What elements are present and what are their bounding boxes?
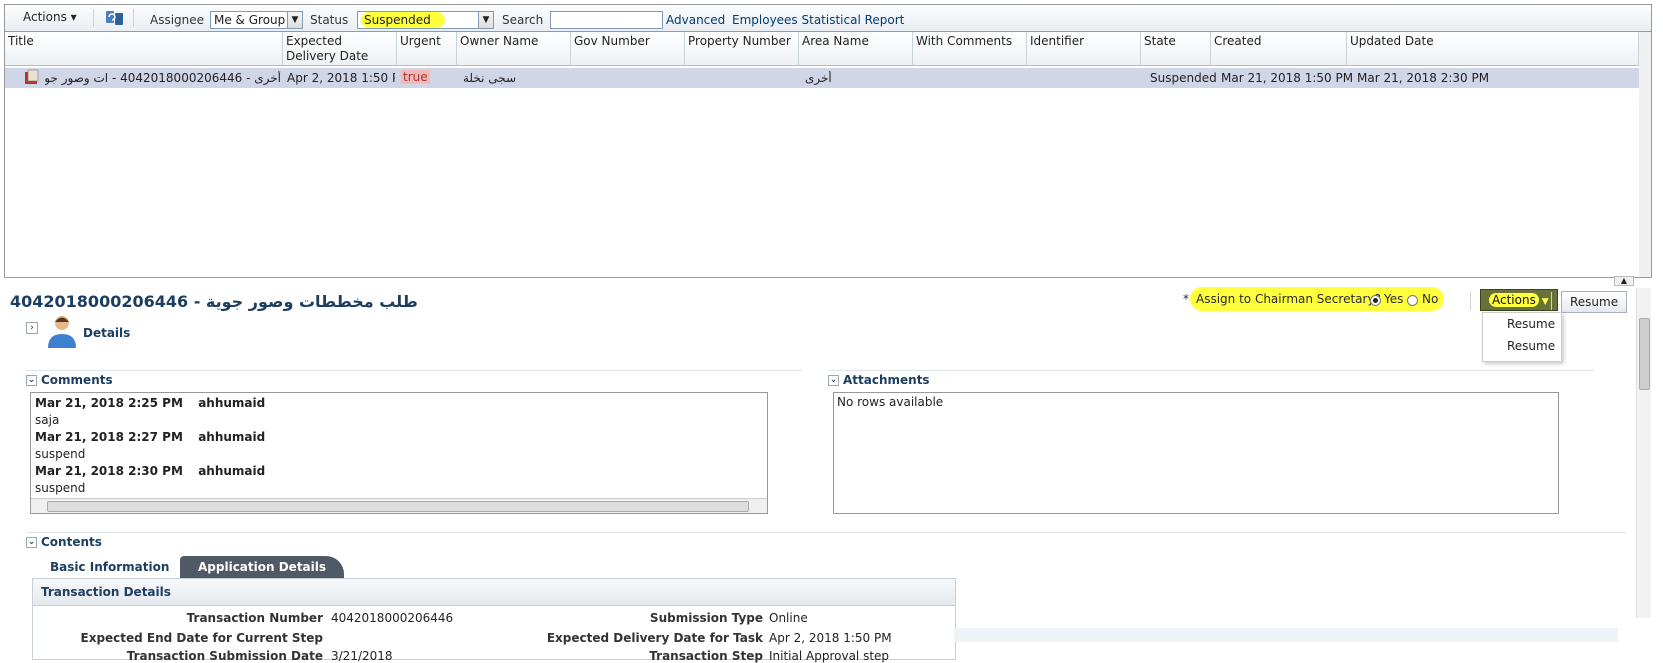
panel-title: Transaction Details <box>33 579 955 606</box>
cell-area: أخرى <box>805 71 832 85</box>
assign-no-label: No <box>1422 292 1439 306</box>
comments-horizontal-scrollbar[interactable] <box>31 498 767 513</box>
assignee-label: Assignee <box>150 13 205 27</box>
comment-item: Mar 21, 2018 2:27 PM ahhumaid suspend <box>35 430 266 461</box>
assign-no-radio[interactable] <box>1407 295 1418 306</box>
cell-state: Suspended <box>1150 71 1217 85</box>
user-avatar-icon <box>46 314 78 348</box>
transaction-details-panel: Transaction Details Transaction Number 4… <box>32 578 956 663</box>
comment-item: Mar 21, 2018 2:25 PM ahhumaid saja <box>35 396 266 427</box>
submission-date-value: 3/21/2018 <box>331 649 393 663</box>
actions-dropdown-menu: Resume Resume <box>1482 312 1562 362</box>
transaction-number-label: Transaction Number <box>186 611 323 625</box>
task-icon <box>23 69 41 85</box>
attachments-section-header[interactable]: ⌄ Attachments <box>828 370 1594 389</box>
chevron-down-icon: ▼ <box>1538 297 1549 307</box>
column-header-urgent[interactable]: Urgent <box>397 32 457 66</box>
column-header-expected-delivery[interactable]: Expected Delivery Date <box>283 32 397 66</box>
chevron-down-icon[interactable]: ▼ <box>287 12 302 28</box>
submission-type-value: Online <box>769 611 808 625</box>
actions-menu-button[interactable]: Actions ▾ <box>17 8 83 27</box>
cell-updated: Mar 21, 2018 2:30 PM <box>1357 71 1490 85</box>
scrollbar-thumb[interactable] <box>1639 318 1650 390</box>
column-header-title[interactable]: Title <box>5 32 283 66</box>
cell-title: أخرى - 4042018000206446 - ات وصور جوية <box>45 71 281 85</box>
collapse-icon[interactable]: ⌄ <box>26 537 37 548</box>
column-header-updated[interactable]: Updated Date <box>1347 32 1639 66</box>
expand-details-icon[interactable]: › <box>26 322 38 334</box>
cell-urgent: true <box>401 70 430 84</box>
collapse-icon[interactable]: ⌄ <box>26 375 37 386</box>
menu-item-resume[interactable]: Resume <box>1483 313 1561 335</box>
submission-date-label: Transaction Submission Date <box>126 649 323 663</box>
collapse-splitter-icon[interactable]: ▲ <box>1614 276 1634 286</box>
task-detail-title: طلب مخططات وصور جوية - 4042018000206446 <box>10 292 418 311</box>
contents-section-header[interactable]: ⌄ Contents <box>26 532 1626 551</box>
comments-section-header[interactable]: ⌄ Comments <box>26 370 802 389</box>
comments-list: Mar 21, 2018 2:25 PM ahhumaid saja Mar 2… <box>30 392 768 514</box>
scrollbar-thumb[interactable] <box>47 501 749 512</box>
toolbar-separator <box>133 9 134 27</box>
refresh-icon[interactable] <box>105 9 125 27</box>
tab-basic-information[interactable]: Basic Information <box>32 556 188 578</box>
transaction-step-value: Initial Approval step <box>769 649 890 663</box>
toolbar-separator <box>1551 292 1552 310</box>
column-header-gov-number[interactable]: Gov Number <box>571 32 685 66</box>
transaction-step-label: Transaction Step <box>649 649 763 663</box>
advanced-search-link[interactable]: Advanced <box>666 13 725 27</box>
assignee-value: Me & Group <box>214 13 286 27</box>
transaction-number-value: 4042018000206446 <box>331 611 454 625</box>
table-row[interactable]: أخرى - 4042018000206446 - ات وصور جوية A… <box>5 68 1650 88</box>
column-header-owner[interactable]: Owner Name <box>457 32 571 66</box>
expected-end-label: Expected End Date for Current Step <box>80 631 324 645</box>
assign-yes-label: Yes <box>1384 292 1404 306</box>
resume-button[interactable]: Resume <box>1561 291 1628 313</box>
submission-type-label: Submission Type <box>649 611 763 625</box>
expected-delivery-value: Apr 2, 2018 1:50 PM <box>769 631 892 645</box>
column-header-with-comments[interactable]: With Comments <box>913 32 1027 66</box>
assign-required-marker: * <box>1183 292 1189 306</box>
toolbar-separator <box>1470 292 1471 310</box>
page-scrollbar[interactable] <box>1636 288 1651 618</box>
assign-yes-radio[interactable] <box>1370 295 1381 306</box>
column-header-state[interactable]: State <box>1141 32 1211 66</box>
assignee-select[interactable]: Me & Group ▼ <box>210 11 303 29</box>
cell-owner: سجى نخلة <box>463 71 517 85</box>
toolbar-separator <box>93 9 94 27</box>
attachments-list: No rows available <box>833 392 1559 514</box>
cell-expected-delivery: Apr 2, 2018 1:50 PM <box>287 71 395 85</box>
tab-application-details[interactable]: Application Details <box>180 556 345 578</box>
column-header-created[interactable]: Created <box>1211 32 1347 66</box>
status-select[interactable]: Suspended ▼ <box>357 11 494 29</box>
comment-item: Mar 21, 2018 2:30 PM ahhumaid suspend <box>35 464 266 495</box>
details-label[interactable]: Details <box>83 326 130 340</box>
expected-delivery-label: Expected Delivery Date for Task <box>546 631 763 645</box>
employees-report-link[interactable]: Employees Statistical Report <box>732 13 904 27</box>
table-scrollbar[interactable] <box>1639 32 1651 277</box>
toolbar: Actions ▾ Assignee Me & Group ▼ Status S… <box>4 4 1652 32</box>
status-value: Suspended <box>361 12 445 28</box>
column-header-property-number[interactable]: Property Number <box>685 32 799 66</box>
search-label: Search <box>502 13 544 27</box>
menu-item-resume[interactable]: Resume <box>1483 335 1561 357</box>
detail-actions-button[interactable]: Actions ▼ <box>1480 289 1558 311</box>
cell-created: Mar 21, 2018 1:50 PM <box>1221 71 1354 85</box>
status-label: Status <box>310 13 349 27</box>
column-header-identifier[interactable]: Identifier <box>1027 32 1141 66</box>
task-table: Title Expected Delivery Date Urgent Owne… <box>4 31 1652 278</box>
attachments-empty-text: No rows available <box>837 395 944 409</box>
chevron-down-icon[interactable]: ▼ <box>478 12 493 28</box>
collapse-icon[interactable]: ⌄ <box>828 375 839 386</box>
search-input[interactable] <box>550 11 663 29</box>
assign-question: Assign to Chairman Secretary? <box>1196 292 1381 306</box>
panel-background-strip <box>954 628 1618 642</box>
column-header-area[interactable]: Area Name <box>799 32 913 66</box>
